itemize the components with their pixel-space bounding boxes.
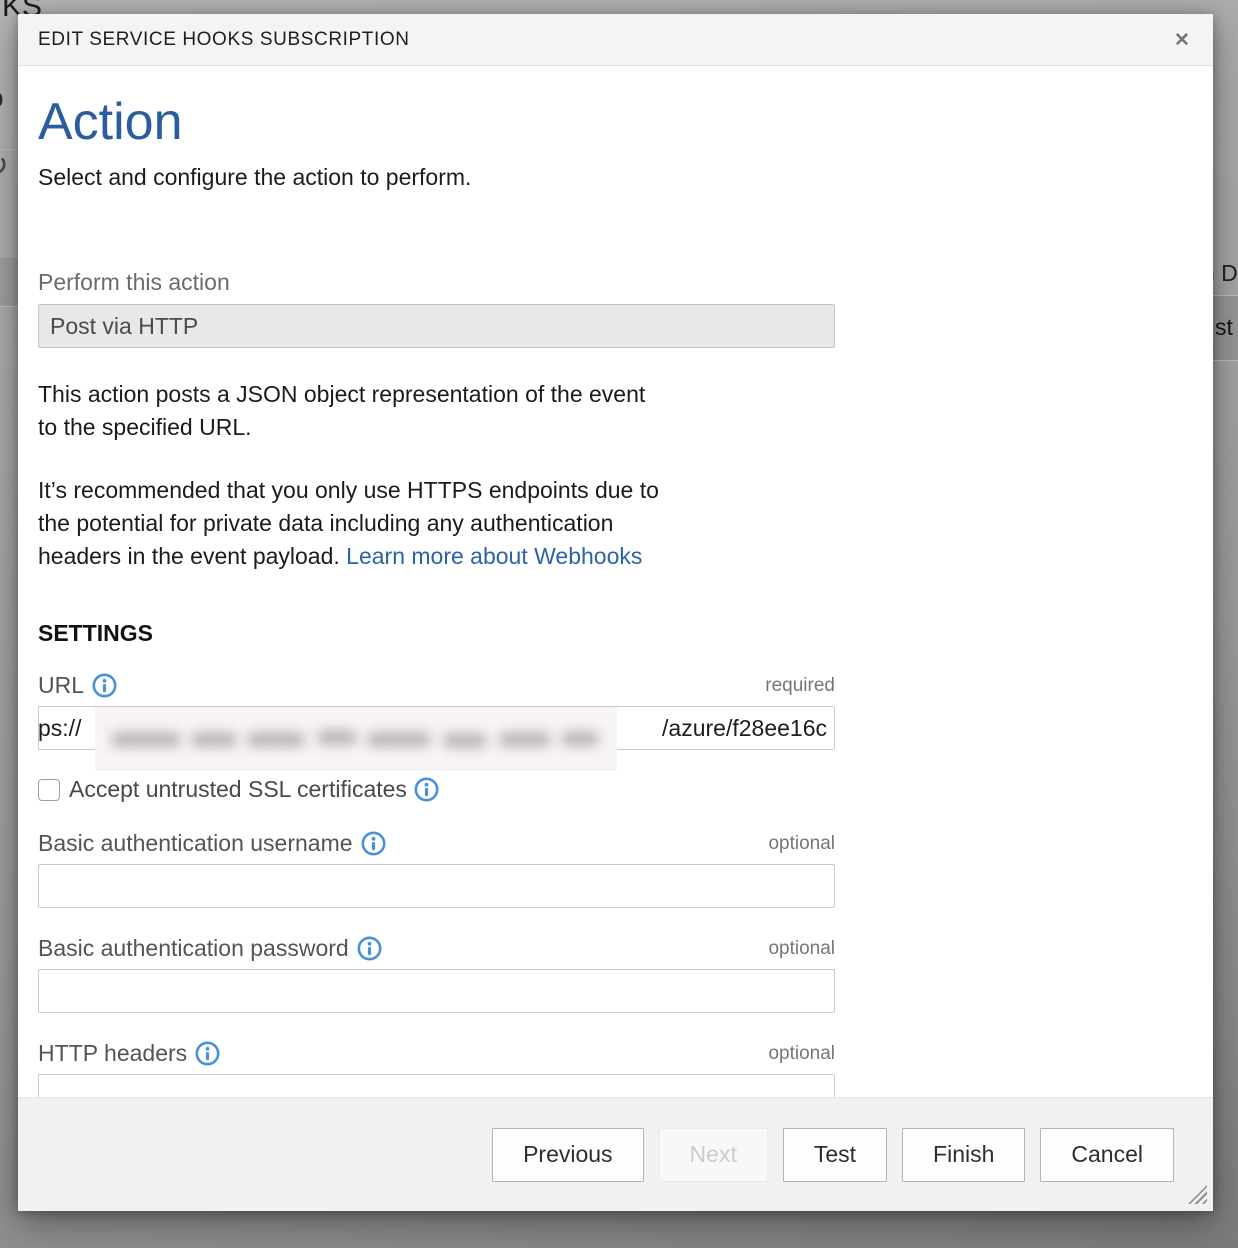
description-line: the potential for private data including… [38, 507, 848, 540]
required-badge: required [765, 675, 835, 697]
http-headers-label-text: HTTP headers [38, 1040, 187, 1067]
background-cell-fragment: st [1215, 314, 1233, 341]
password-label-row: Basic authentication password optional [38, 935, 835, 962]
ssl-checkbox-row: Accept untrusted SSL certificates [38, 776, 1193, 803]
url-label: URL [38, 672, 117, 699]
optional-badge: optional [768, 833, 835, 855]
page-subtitle: Select and configure the action to perfo… [38, 164, 1193, 191]
http-headers-input[interactable] [38, 1074, 835, 1097]
background-divider [1213, 360, 1238, 361]
settings-heading: SETTINGS [38, 620, 1193, 647]
password-label: Basic authentication password [38, 935, 382, 962]
redacted-blur-overlay [95, 707, 617, 771]
cancel-button[interactable]: Cancel [1040, 1128, 1174, 1182]
background-row-band [0, 258, 18, 306]
page-backdrop: { "backdrop": { "fragment_heading_tail":… [0, 0, 1238, 1248]
finish-button[interactable]: Finish [902, 1128, 1025, 1182]
learn-more-webhooks-link[interactable]: Learn more about Webhooks [346, 543, 642, 569]
info-icon[interactable] [92, 673, 117, 698]
perform-action-label: Perform this action [38, 269, 1193, 296]
info-icon[interactable] [414, 777, 439, 802]
http-headers-label-row: HTTP headers optional [38, 1040, 835, 1067]
test-button[interactable]: Test [783, 1128, 887, 1182]
password-label-text: Basic authentication password [38, 935, 349, 962]
description-line: to the specified URL. [38, 411, 848, 444]
url-value-end: /azure/f28ee16c [662, 707, 827, 749]
description-line: This action posts a JSON object represen… [38, 378, 848, 411]
url-value-start: ps:// [38, 715, 81, 741]
ssl-checkbox[interactable] [38, 779, 60, 801]
username-input[interactable] [38, 864, 835, 908]
action-description: This action posts a JSON object represen… [38, 378, 848, 444]
http-headers-label: HTTP headers [38, 1040, 220, 1067]
background-divider [1213, 295, 1238, 296]
refresh-icon: ↻ [0, 146, 9, 184]
username-label-text: Basic authentication username [38, 830, 353, 857]
ssl-checkbox-label: Accept untrusted SSL certificates [69, 776, 439, 803]
optional-badge: optional [768, 1043, 835, 1065]
info-icon[interactable] [195, 1041, 220, 1066]
dialog-footer: Previous Next Test Finish Cancel [18, 1097, 1213, 1211]
background-divider [0, 306, 18, 307]
description-line: headers in the event payload. [38, 543, 340, 569]
next-button[interactable]: Next [659, 1128, 768, 1182]
info-icon[interactable] [361, 831, 386, 856]
close-icon[interactable]: ✕ [1167, 26, 1197, 56]
dialog-title: EDIT SERVICE HOOKS SUBSCRIPTION [38, 29, 410, 51]
dialog-titlebar: EDIT SERVICE HOOKS SUBSCRIPTION [18, 14, 1213, 66]
optional-badge: optional [768, 938, 835, 960]
username-label-row: Basic authentication username optional [38, 830, 835, 857]
url-label-row: URL required [38, 672, 835, 699]
background-text-fragment: o [0, 82, 4, 114]
dialog-content: Action Select and configure the action t… [18, 67, 1213, 1097]
page-title: Action [38, 93, 1193, 151]
action-select: Post via HTTP [38, 304, 835, 348]
url-field-wrap: ps:// /azure/f28ee16c [38, 706, 835, 750]
username-label: Basic authentication username [38, 830, 386, 857]
edit-service-hooks-dialog: EDIT SERVICE HOOKS SUBSCRIPTION ✕ Action… [18, 14, 1213, 1211]
ssl-checkbox-label-text: Accept untrusted SSL certificates [69, 776, 407, 803]
info-icon[interactable] [357, 936, 382, 961]
description-line: It’s recommended that you only use HTTPS… [38, 474, 848, 507]
url-label-text: URL [38, 672, 84, 699]
https-recommendation: It’s recommended that you only use HTTPS… [38, 474, 848, 573]
previous-button[interactable]: Previous [492, 1128, 643, 1182]
password-input[interactable] [38, 969, 835, 1013]
